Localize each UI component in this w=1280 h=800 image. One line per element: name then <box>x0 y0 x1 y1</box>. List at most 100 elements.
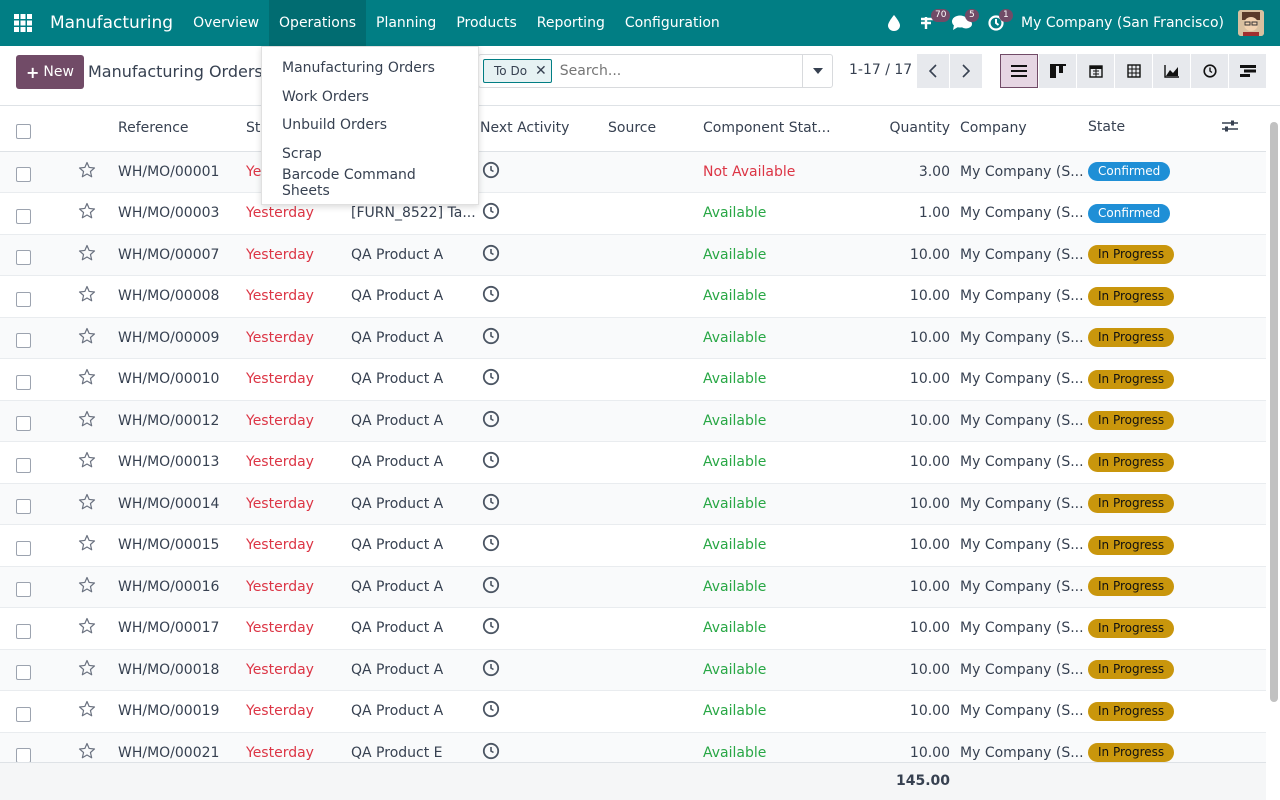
table-row[interactable]: WH/MO/00007 Yesterday QA Product A Availabl… <box>0 234 1266 276</box>
favorite-cell[interactable] <box>70 358 118 401</box>
cell-next-activity[interactable] <box>480 400 608 442</box>
filter-facet[interactable]: To Do ✕ <box>483 59 552 83</box>
header-company[interactable]: Company <box>960 106 1088 152</box>
new-button[interactable]: + New <box>16 55 84 89</box>
row-select-cell[interactable] <box>0 400 70 442</box>
user-avatar[interactable] <box>1238 10 1264 36</box>
header-state[interactable]: State <box>1088 106 1266 152</box>
cell-next-activity[interactable] <box>480 234 608 276</box>
row-checkbox[interactable] <box>16 374 31 390</box>
table-row[interactable]: WH/MO/00019 Yesterday QA Product A Availabl… <box>0 690 1266 733</box>
menu-products[interactable]: Products <box>446 0 526 46</box>
table-row[interactable]: WH/MO/00009 Yesterday QA Product A Availabl… <box>0 317 1266 359</box>
search-options-toggle[interactable] <box>802 55 832 87</box>
row-select-cell[interactable] <box>0 649 70 691</box>
pager-next[interactable] <box>950 54 982 88</box>
clock-icon[interactable] <box>482 327 500 345</box>
apps-menu-button[interactable] <box>0 0 46 46</box>
clock-icon[interactable] <box>482 368 500 386</box>
clock-icon[interactable] <box>482 617 500 635</box>
row-checkbox[interactable] <box>16 208 31 224</box>
menu-item-scrap[interactable]: Scrap <box>262 140 478 169</box>
cell-next-activity[interactable] <box>480 690 608 733</box>
star-icon[interactable] <box>78 451 96 469</box>
row-checkbox[interactable] <box>16 167 31 183</box>
row-select-cell[interactable] <box>0 358 70 401</box>
view-pivot[interactable] <box>1114 54 1152 88</box>
table-row[interactable]: WH/MO/00010 Yesterday QA Product A Availabl… <box>0 358 1266 401</box>
clock-icon[interactable] <box>482 659 500 677</box>
select-all-cell[interactable] <box>0 106 70 152</box>
view-calendar[interactable] <box>1076 54 1114 88</box>
view-kanban[interactable] <box>1038 54 1076 88</box>
cell-next-activity[interactable] <box>480 275 608 318</box>
clock-icon[interactable] <box>482 244 500 262</box>
clock-icon[interactable] <box>482 202 500 220</box>
row-checkbox[interactable] <box>16 416 31 432</box>
star-icon[interactable] <box>78 368 96 386</box>
select-all-checkbox[interactable] <box>16 123 31 139</box>
cell-next-activity[interactable] <box>480 358 608 401</box>
row-select-cell[interactable] <box>0 441 70 484</box>
star-icon[interactable] <box>78 161 96 179</box>
row-checkbox[interactable] <box>16 623 31 639</box>
star-icon[interactable] <box>78 534 96 552</box>
star-icon[interactable] <box>78 244 96 262</box>
clock-icon[interactable] <box>482 742 500 760</box>
star-icon[interactable] <box>78 493 96 511</box>
row-checkbox[interactable] <box>16 250 31 266</box>
favorite-cell[interactable] <box>70 234 118 276</box>
table-row[interactable]: WH/MO/00017 Yesterday QA Product A Availabl… <box>0 607 1266 650</box>
menu-overview[interactable]: Overview <box>183 0 269 46</box>
header-reference[interactable]: Reference <box>118 106 246 152</box>
star-icon[interactable] <box>78 700 96 718</box>
header-component-status[interactable]: Component Stat... <box>703 106 865 152</box>
row-select-cell[interactable] <box>0 317 70 359</box>
favorite-cell[interactable] <box>70 151 118 193</box>
table-row[interactable]: WH/MO/00015 Yesterday QA Product A Availabl… <box>0 524 1266 567</box>
star-icon[interactable] <box>78 659 96 677</box>
star-icon[interactable] <box>78 617 96 635</box>
view-activity[interactable] <box>1190 54 1228 88</box>
menu-configuration[interactable]: Configuration <box>615 0 730 46</box>
menu-item-manufacturing-orders[interactable]: Manufacturing Orders <box>262 54 478 83</box>
cell-next-activity[interactable] <box>480 151 608 193</box>
table-row[interactable]: WH/MO/00012 Yesterday QA Product A Availabl… <box>0 400 1266 442</box>
row-select-cell[interactable] <box>0 690 70 733</box>
star-icon[interactable] <box>78 285 96 303</box>
cell-next-activity[interactable] <box>480 483 608 525</box>
header-quantity[interactable]: Quantity <box>865 106 960 152</box>
favorite-cell[interactable] <box>70 607 118 650</box>
star-icon[interactable] <box>78 742 96 760</box>
cell-next-activity[interactable] <box>480 566 608 608</box>
table-row[interactable]: WH/MO/00013 Yesterday QA Product A Availabl… <box>0 441 1266 484</box>
clock-button[interactable]: 1 <box>979 0 1013 46</box>
header-next-activity[interactable]: Next Activity <box>480 106 608 152</box>
favorite-cell[interactable] <box>70 400 118 442</box>
app-title[interactable]: Manufacturing <box>50 13 173 33</box>
row-checkbox[interactable] <box>16 499 31 515</box>
menu-operations[interactable]: Operations <box>269 0 366 46</box>
header-source[interactable]: Source <box>608 106 703 152</box>
menu-item-work-orders[interactable]: Work Orders <box>262 83 478 112</box>
clock-icon[interactable] <box>482 410 500 428</box>
cell-next-activity[interactable] <box>480 317 608 359</box>
cell-next-activity[interactable] <box>480 649 608 691</box>
row-select-cell[interactable] <box>0 151 70 193</box>
star-icon[interactable] <box>78 327 96 345</box>
table-row[interactable]: WH/MO/00008 Yesterday QA Product A Availabl… <box>0 275 1266 318</box>
star-icon[interactable] <box>78 410 96 428</box>
row-select-cell[interactable] <box>0 483 70 525</box>
table-row[interactable]: WH/MO/00014 Yesterday QA Product A Availabl… <box>0 483 1266 525</box>
row-checkbox[interactable] <box>16 665 31 681</box>
clock-icon[interactable] <box>482 451 500 469</box>
row-select-cell[interactable] <box>0 192 70 235</box>
clock-icon[interactable] <box>482 493 500 511</box>
star-icon[interactable] <box>78 576 96 594</box>
table-row[interactable]: WH/MO/00003 Yesterday [FURN_8522] Ta... Ava… <box>0 192 1266 235</box>
clock-icon[interactable] <box>482 576 500 594</box>
row-checkbox[interactable] <box>16 706 31 722</box>
search-input[interactable] <box>559 63 760 79</box>
menu-item-unbuild-orders[interactable]: Unbuild Orders <box>262 111 478 140</box>
view-gantt[interactable] <box>1228 54 1266 88</box>
